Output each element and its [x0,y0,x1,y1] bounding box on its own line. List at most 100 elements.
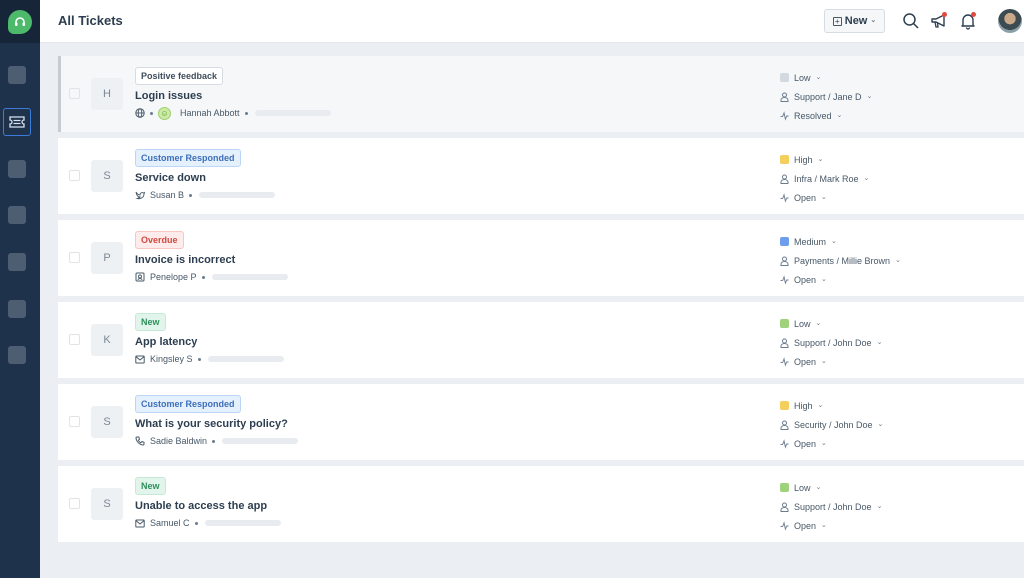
ticket-tag: Positive feedback [135,67,224,85]
requester-name[interactable]: Sadie Baldwin [150,436,207,446]
activity-icon [780,356,789,367]
ticket-subject[interactable]: What is your security policy? [135,418,298,430]
requester-avatar: S [91,160,123,192]
requester-name[interactable]: Penelope P [150,272,197,282]
status-dropdown[interactable]: Open ⌄ [780,270,901,289]
requester-avatar: K [91,324,123,356]
activity-icon [780,274,789,285]
assignee-label: Payments / Millie Brown [794,255,891,266]
chevron-down-icon: ⌄ [821,275,827,283]
ticket-checkbox[interactable] [69,416,80,427]
priority-dropdown[interactable]: High ⌄ [780,150,869,169]
assignee-label: Infra / Mark Roe [794,173,859,184]
ticket-card[interactable]: H Positive feedback Login issues ☺ Hannah… [58,56,1024,132]
ticket-properties: High ⌄ Security / John Doe ⌄ Open ⌄ [780,396,883,453]
assignee-dropdown[interactable]: Support / Jane D ⌄ [780,87,872,106]
headset-icon[interactable] [8,9,32,34]
priority-swatch [780,155,789,164]
person-icon [780,420,789,430]
requester-name[interactable]: Susan B [150,190,184,200]
requester-name[interactable]: Kingsley S [150,354,193,364]
person-icon [780,174,789,184]
sidebar-item-7[interactable] [8,346,26,364]
assignee-dropdown[interactable]: Infra / Mark Roe ⌄ [780,169,869,188]
chevron-down-icon: ⌄ [877,420,884,428]
ticket-meta: Samuel C [135,517,281,529]
person-icon [780,92,789,102]
user-avatar[interactable] [998,9,1022,33]
requester-avatar: S [91,488,123,520]
status-label: Open [794,356,817,367]
search-icon[interactable] [900,10,922,32]
plus-icon: + [832,16,842,26]
requester-name[interactable]: Hannah Abbott [180,108,240,118]
ticket-icon [9,116,25,128]
assignee-dropdown[interactable]: Support / John Doe ⌄ [780,333,882,352]
sidebar-item-tickets[interactable] [3,108,31,136]
separator-dot [201,275,205,279]
sidebar-item-4[interactable] [8,206,26,224]
assignee-dropdown[interactable]: Support / John Doe ⌄ [780,497,882,516]
status-dropdown[interactable]: Open ⌄ [780,352,882,371]
chevron-down-icon: ⌄ [817,155,824,163]
ticket-subject[interactable]: Invoice is incorrect [135,254,288,266]
status-dropdown[interactable]: Open ⌄ [780,188,869,207]
sidebar-item-3[interactable] [8,160,26,178]
assignee-dropdown[interactable]: Payments / Millie Brown ⌄ [780,251,901,270]
ticket-subject[interactable]: Unable to access the app [135,500,281,512]
ticket-card[interactable]: S New Unable to access the app Samuel C … [58,466,1024,542]
ticket-card[interactable]: P Overdue Invoice is incorrect Penelope … [58,220,1024,296]
priority-swatch [780,401,789,410]
ticket-checkbox[interactable] [69,88,80,99]
ticket-subject[interactable]: App latency [135,336,284,348]
ticket-checkbox[interactable] [69,334,80,345]
ticket-content: Customer Responded Service down Susan B [135,148,276,201]
separator-dot [212,439,216,443]
ticket-checkbox[interactable] [69,252,80,263]
ticket-content: Positive feedback Login issues ☺ Hannah A… [135,66,331,120]
ticket-checkbox[interactable] [69,498,80,509]
priority-label: Low [794,72,811,83]
ticket-properties: Low ⌄ Support / John Doe ⌄ Open ⌄ [780,314,882,371]
ticket-checkbox[interactable] [69,170,80,181]
priority-dropdown[interactable]: Low ⌄ [780,314,882,333]
ticket-content: New Unable to access the app Samuel C [135,476,281,529]
status-dropdown[interactable]: Resolved ⌄ [780,106,872,125]
ticket-tag: Customer Responded [135,395,241,413]
sidebar-item-6[interactable] [8,300,26,318]
ticket-card[interactable]: K New App latency Kingsley S Low ⌄ Suppo… [58,302,1024,378]
ticket-content: Overdue Invoice is incorrect Penelope P [135,230,288,283]
chevron-down-icon: ⌄ [836,111,843,119]
requester-name[interactable]: Samuel C [150,518,190,528]
status-label: Open [794,192,817,203]
separator-dot [244,111,248,115]
new-button[interactable]: + New ⌄ [824,9,885,33]
status-dropdown[interactable]: Open ⌄ [780,434,883,453]
requester-initial: S [103,416,111,428]
status-label: Resolved [794,110,832,121]
sidebar-item-1[interactable] [8,66,26,84]
ticket-card[interactable]: S Customer Responded Service down Susan … [58,138,1024,214]
status-label: Open [794,520,817,531]
bell-icon[interactable] [957,10,979,32]
priority-label: Low [794,482,811,493]
logo-area [0,0,40,43]
ticket-card[interactable]: S Customer Responded What is your securi… [58,384,1024,460]
priority-label: Low [794,318,811,329]
status-dropdown[interactable]: Open ⌄ [780,516,882,535]
ticket-subject[interactable]: Login issues [135,90,331,102]
chevron-down-icon: ⌄ [870,17,877,24]
priority-dropdown[interactable]: Low ⌄ [780,68,872,87]
sidebar-item-5[interactable] [8,253,26,271]
ticket-subject[interactable]: Service down [135,172,275,184]
priority-dropdown[interactable]: High ⌄ [780,396,883,415]
megaphone-icon[interactable] [928,10,950,32]
status-label: Open [794,438,817,449]
activity-icon [780,192,789,203]
assignee-dropdown[interactable]: Security / John Doe ⌄ [780,415,883,434]
priority-dropdown[interactable]: Medium ⌄ [780,232,901,251]
ticket-properties: Medium ⌄ Payments / Millie Brown ⌄ Open … [780,232,901,289]
priority-dropdown[interactable]: Low ⌄ [780,478,882,497]
ticket-tag: Customer Responded [135,149,241,167]
ticket-properties: High ⌄ Infra / Mark Roe ⌄ Open ⌄ [780,150,869,207]
